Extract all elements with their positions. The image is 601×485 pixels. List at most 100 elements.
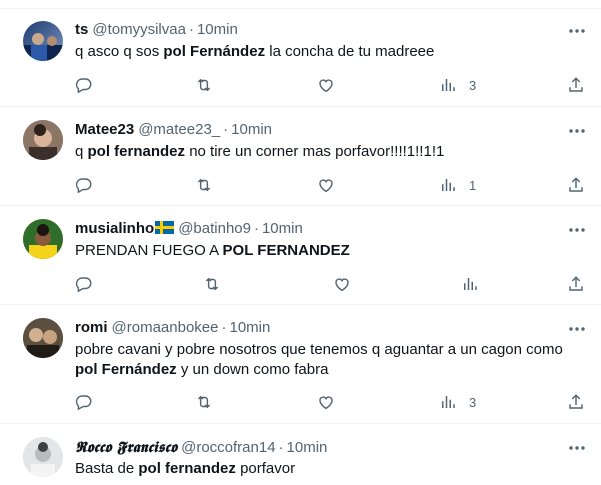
avatar[interactable] (23, 318, 63, 358)
views-bar-chart-icon (442, 79, 455, 91)
heart-icon (319, 396, 333, 410)
reply-button[interactable] (75, 175, 93, 195)
tweet-header: musialinho @batinho9 · 10min (75, 219, 303, 239)
more-options-icon[interactable] (567, 21, 587, 41)
timestamp[interactable]: 10min (197, 21, 238, 38)
retweet-icon (197, 178, 211, 192)
views-button[interactable]: 1 (439, 175, 476, 195)
like-button[interactable] (317, 392, 335, 412)
display-name[interactable]: Matee23 (75, 121, 134, 138)
view-count: 1 (469, 177, 477, 193)
tweet-text-part: y un down como fabra (176, 361, 329, 378)
tweet-header: Matee23 @matee23_ · 10min (75, 120, 272, 140)
tweet-text: pobre cavani y pobre nosotros que tenemo… (75, 340, 581, 380)
heart-icon (319, 79, 333, 93)
user-handle[interactable]: @tomyysilvaa (92, 21, 186, 38)
retweet-icon (205, 277, 219, 291)
tweet-text: q pol fernandez no tire un corner mas po… (75, 142, 581, 162)
view-count: 3 (469, 394, 477, 410)
share-icon (569, 177, 583, 192)
avatar[interactable] (23, 21, 63, 61)
reply-icon (75, 178, 92, 194)
reply-icon (75, 78, 92, 94)
timestamp[interactable]: 10min (287, 439, 328, 456)
retweet-icon (197, 78, 211, 92)
tweet-item[interactable]: 𝕽𝖔𝖈𝖈𝖔 𝕱𝖗𝖆𝖓𝖈𝖎𝖘𝖈𝖔 @roccofran14 · 10min Basta … (0, 424, 601, 485)
share-icon (569, 394, 583, 409)
avatar[interactable] (23, 219, 63, 259)
separator-dot: · (223, 121, 229, 138)
share-button[interactable] (567, 175, 585, 195)
avatar[interactable] (23, 437, 63, 477)
retweet-button[interactable] (195, 175, 213, 195)
like-button[interactable] (317, 75, 335, 95)
tweet-header: romi @romaanbokee · 10min (75, 318, 270, 338)
tweet-header: ts @tomyysilvaa · 10min (75, 20, 238, 40)
separator-dot: · (188, 21, 194, 38)
more-options-icon[interactable] (567, 319, 587, 339)
tweet-item[interactable]: ts @tomyysilvaa · 10min q asco q sos pol Fe… (0, 9, 601, 107)
share-icon (569, 276, 583, 291)
timestamp[interactable]: 10min (229, 319, 270, 336)
reply-icon (75, 395, 92, 411)
top-divider (0, 0, 601, 9)
user-handle[interactable]: @batinho9 (178, 220, 251, 237)
tweet-text-part: porfavor (235, 460, 296, 477)
tweet-text: Basta de pol fernandez porfavor (75, 459, 581, 479)
reply-button[interactable] (75, 274, 93, 294)
display-name[interactable]: 𝕽𝖔𝖈𝖈𝖔 𝕱𝖗𝖆𝖓𝖈𝖎𝖘𝖈𝖔 (75, 438, 177, 456)
retweet-button[interactable] (203, 274, 221, 294)
display-name[interactable]: romi (75, 319, 108, 336)
tweet-text-highlight: pol Fernández (163, 43, 266, 60)
share-button[interactable] (567, 392, 585, 412)
display-name[interactable]: ts (75, 21, 88, 38)
tweet-item[interactable]: musialinho @batinho9 · 10min PRENDAN FUEGO … (0, 206, 601, 305)
reply-icon (75, 277, 92, 293)
retweet-button[interactable] (195, 392, 213, 412)
sweden-flag-icon (155, 221, 175, 234)
reply-button[interactable] (75, 75, 93, 95)
tweet-item[interactable]: romi @romaanbokee · 10min pobre cavani y po… (0, 305, 601, 424)
user-handle[interactable]: @matee23_ (138, 121, 220, 138)
share-icon (569, 77, 583, 92)
tweet-text: PRENDAN FUEGO A POL FERNANDEZ (75, 241, 581, 261)
avatar[interactable] (23, 120, 63, 160)
tweet-actions: 3 (75, 392, 590, 412)
share-button[interactable] (567, 75, 585, 95)
views-button[interactable]: 3 (439, 75, 476, 95)
like-button[interactable] (333, 274, 351, 294)
user-handle[interactable]: @roccofran14 (181, 439, 275, 456)
heart-icon (335, 278, 349, 292)
user-handle[interactable]: @romaanbokee (112, 319, 219, 336)
display-name[interactable]: musialinho (75, 220, 154, 237)
timestamp[interactable]: 10min (231, 121, 272, 138)
tweet-text-part: pobre cavani y pobre nosotros que tenemo… (75, 341, 563, 358)
tweet-text-part: q asco q sos (75, 43, 164, 60)
tweet-text: q asco q sos pol Fernández la concha de … (75, 42, 581, 62)
timestamp[interactable]: 10min (262, 220, 303, 237)
views-bar-chart-icon (442, 396, 455, 408)
views-button[interactable]: 3 (439, 392, 476, 412)
view-count: 3 (469, 77, 477, 93)
views-bar-chart-icon (464, 278, 477, 290)
tweet-text-part: q (75, 143, 88, 160)
more-options-icon[interactable] (567, 121, 587, 141)
reply-button[interactable] (75, 392, 93, 412)
tweet-item[interactable]: Matee23 @matee23_ · 10min q pol fernandez n… (0, 107, 601, 206)
separator-dot: · (253, 220, 259, 237)
tweet-text-highlight: pol fernandez (138, 460, 236, 477)
tweet-text-highlight: POL FERNANDEZ (222, 242, 350, 259)
like-button[interactable] (317, 175, 335, 195)
tweet-header: 𝕽𝖔𝖈𝖈𝖔 𝕱𝖗𝖆𝖓𝖈𝖎𝖘𝖈𝖔 @roccofran14 · 10min (75, 437, 327, 457)
tweet-text-part: Basta de (75, 460, 139, 477)
tweet-text-highlight: pol Fernández (75, 361, 177, 378)
more-options-icon[interactable] (567, 220, 587, 240)
views-bar-chart-icon (442, 179, 455, 191)
more-options-icon[interactable] (567, 438, 587, 458)
retweet-button[interactable] (195, 75, 213, 95)
views-button[interactable] (461, 274, 491, 294)
tweet-text-part: no tire un corner mas porfavor!!!!1!!1!1 (185, 143, 445, 160)
tweet-actions: 1 (75, 175, 590, 195)
tweet-text-part: la concha de tu madreee (265, 43, 435, 60)
share-button[interactable] (567, 274, 585, 294)
